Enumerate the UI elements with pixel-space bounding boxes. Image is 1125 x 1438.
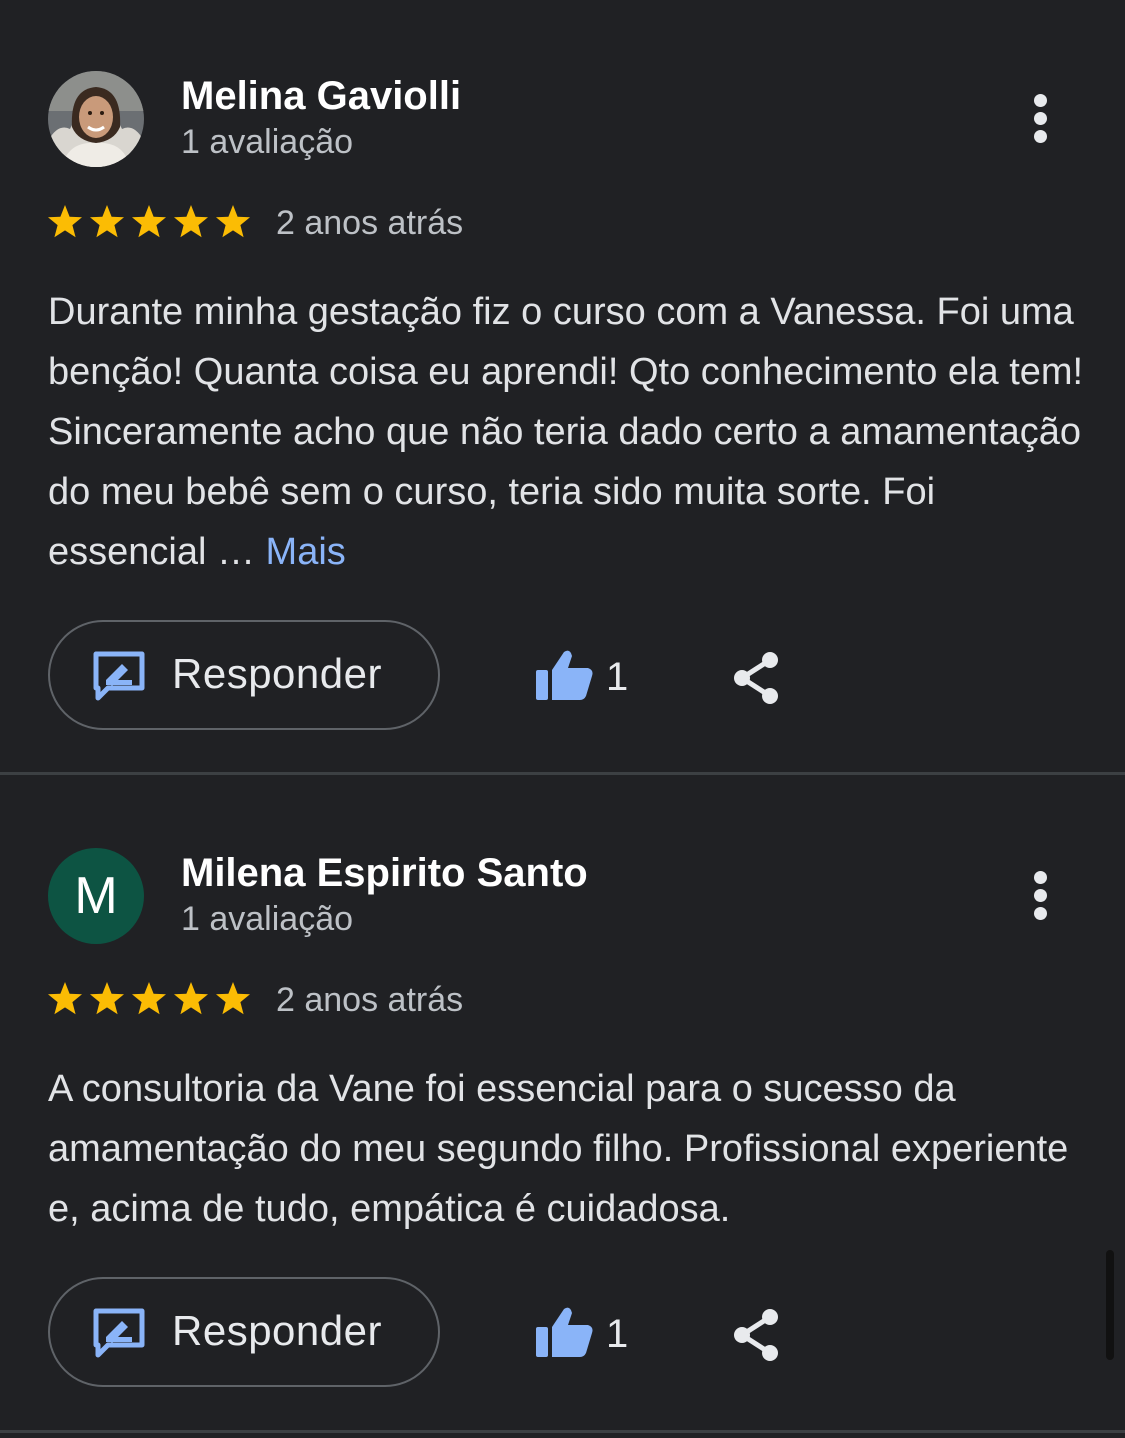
- reply-label: Responder: [172, 1307, 382, 1354]
- reply-button[interactable]: Responder: [48, 1277, 440, 1387]
- thumb-up-icon[interactable]: [534, 648, 594, 702]
- avatar-letter: M: [74, 867, 118, 925]
- more-link[interactable]: Mais: [266, 531, 346, 573]
- reply-icon: [93, 651, 145, 701]
- reply-button[interactable]: Responder: [48, 620, 440, 730]
- more-vert-icon: [1034, 94, 1047, 107]
- more-vert-icon: [1034, 889, 1047, 902]
- more-vert-icon: [1034, 907, 1047, 920]
- review-time: 2 anos atrás: [276, 204, 464, 242]
- reviewer-name[interactable]: Milena Espirito Santo: [181, 851, 588, 896]
- reply-label: Responder: [172, 650, 382, 697]
- scrollbar[interactable]: [1106, 1250, 1114, 1360]
- thumb-up-icon[interactable]: [534, 1305, 594, 1359]
- review-time: 2 anos atrás: [276, 981, 464, 1019]
- more-vert-icon: [1034, 112, 1047, 125]
- avatar[interactable]: [48, 71, 144, 167]
- like-count: 1: [606, 655, 629, 699]
- review-text: Durante minha gestação fiz o curso com a…: [48, 282, 1088, 582]
- more-vert-icon: [1034, 130, 1047, 143]
- review-card: Melina Gaviolli 1 avaliação 2 anos atrás…: [0, 0, 1125, 775]
- more-options-button[interactable]: [1020, 867, 1060, 927]
- reply-icon: [93, 1308, 145, 1358]
- reviewer-review-count: 1 avaliação: [181, 900, 354, 938]
- more-options-button[interactable]: [1020, 90, 1060, 150]
- more-vert-icon: [1034, 871, 1047, 884]
- share-icon[interactable]: [730, 1307, 782, 1363]
- divider: [0, 772, 1125, 775]
- share-icon[interactable]: [730, 650, 782, 706]
- profile-photo: [48, 71, 144, 167]
- reviewer-name[interactable]: Melina Gaviolli: [181, 74, 461, 119]
- like-count: 1: [606, 1312, 629, 1356]
- reviewer-review-count: 1 avaliação: [181, 123, 354, 161]
- star-icon: [48, 205, 250, 238]
- star-rating: [48, 205, 250, 238]
- star-icon: [48, 982, 250, 1015]
- review-card: M Milena Espirito Santo 1 avaliação 2 an…: [0, 777, 1125, 1437]
- star-rating: [48, 982, 250, 1015]
- review-text: A consultoria da Vane foi essencial para…: [48, 1068, 1069, 1230]
- avatar[interactable]: M: [48, 848, 144, 944]
- review-text-body: Durante minha gestação fiz o curso com a…: [48, 291, 1084, 573]
- divider: [0, 1430, 1125, 1433]
